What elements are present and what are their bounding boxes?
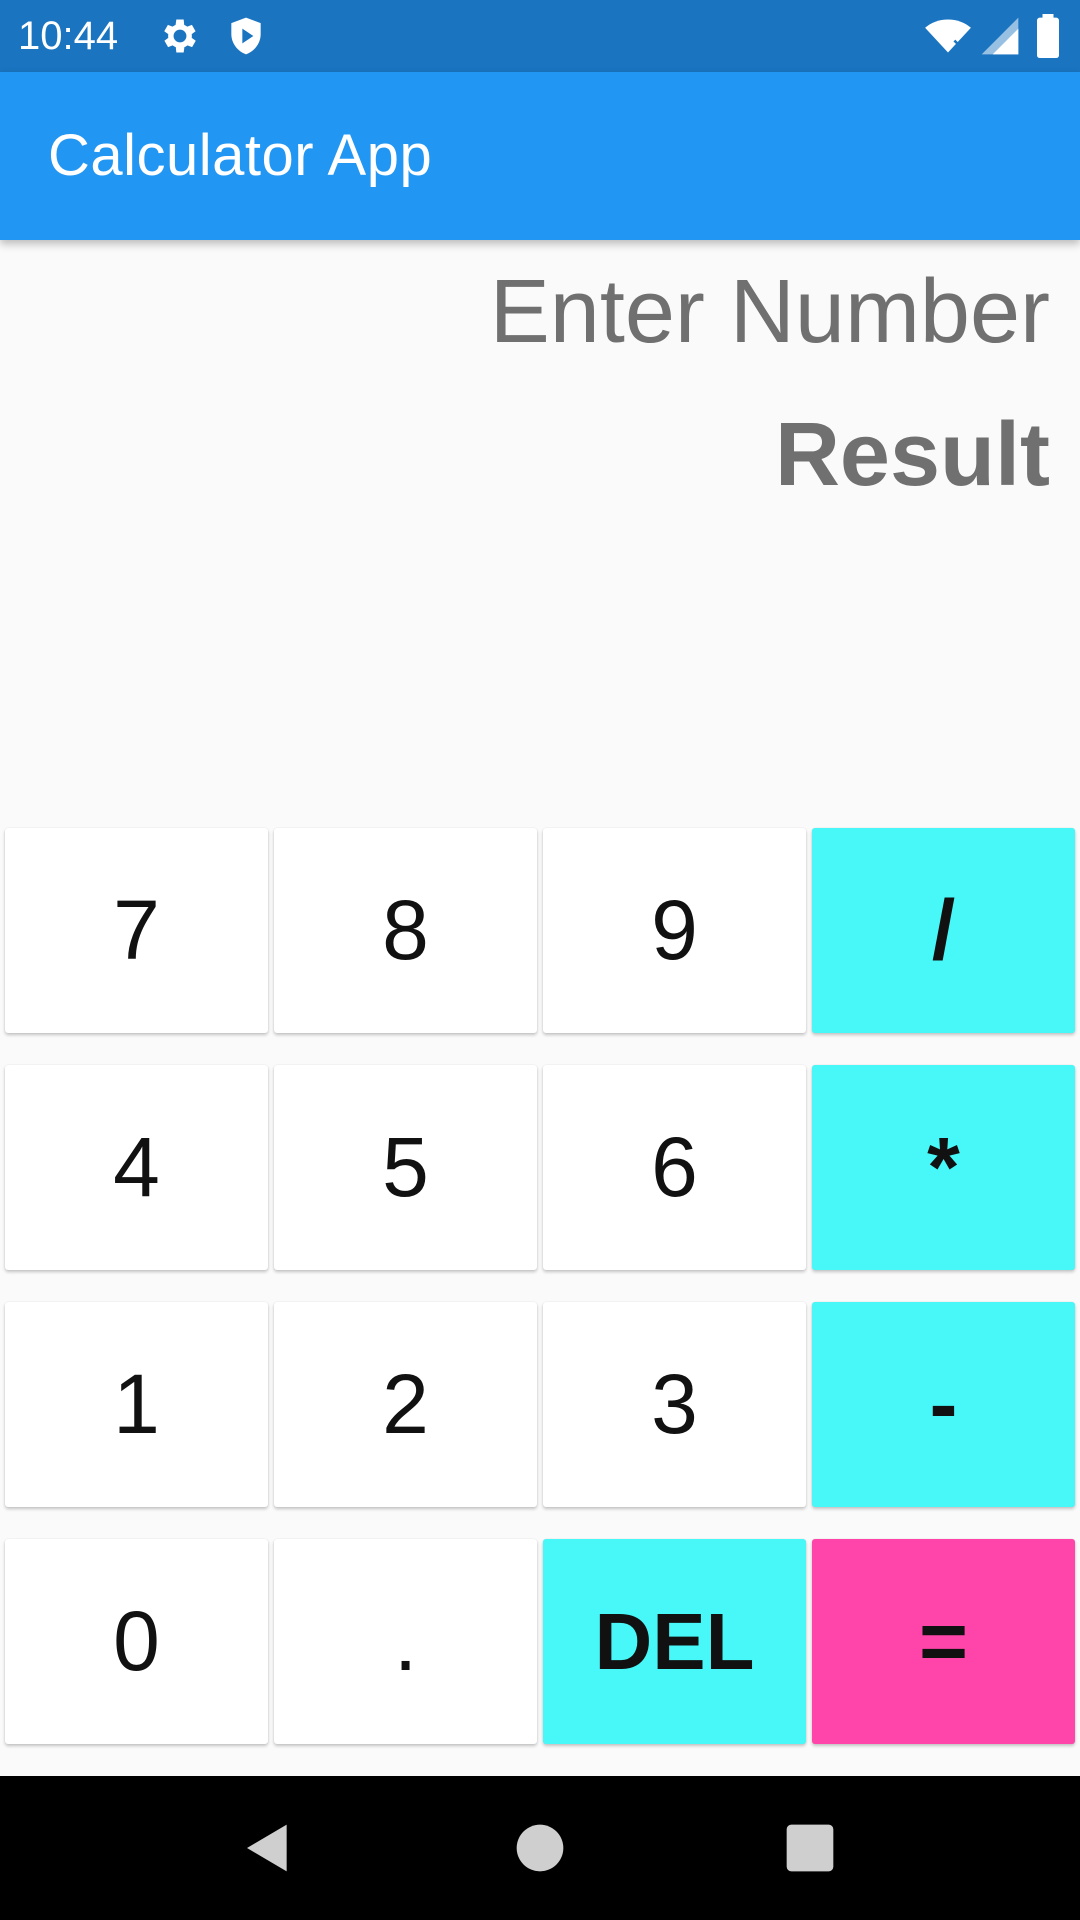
key-7[interactable]: 7	[5, 828, 268, 1033]
back-icon[interactable]	[240, 1820, 296, 1876]
key-1[interactable]: 1	[5, 1302, 268, 1507]
key-3[interactable]: 3	[543, 1302, 806, 1507]
key-4[interactable]: 4	[5, 1065, 268, 1270]
key-delete[interactable]: DEL	[543, 1539, 806, 1744]
home-icon[interactable]	[512, 1820, 568, 1876]
wifi-icon	[922, 14, 974, 58]
key-multiply[interactable]: *	[812, 1065, 1075, 1270]
key-equals[interactable]: =	[812, 1539, 1075, 1744]
app-title: Calculator App	[48, 123, 433, 188]
key-subtract[interactable]: -	[812, 1302, 1075, 1507]
key-5[interactable]: 5	[274, 1065, 537, 1270]
key-8[interactable]: 8	[274, 828, 537, 1033]
battery-icon	[1034, 14, 1062, 58]
key-2[interactable]: 2	[274, 1302, 537, 1507]
status-bar: 10:44	[0, 0, 1080, 72]
navigation-bar	[0, 1776, 1080, 1920]
shield-icon	[224, 14, 268, 58]
signal-icon	[978, 14, 1022, 58]
key-9[interactable]: 9	[543, 828, 806, 1033]
status-time: 10:44	[18, 14, 119, 58]
calculator-screen: 10:44 Calculator App Enter Number Result…	[0, 0, 1080, 1920]
gear-icon	[158, 14, 202, 58]
key-6[interactable]: 6	[543, 1065, 806, 1270]
input-display[interactable]: Enter Number	[490, 262, 1050, 362]
result-display: Result	[774, 405, 1050, 505]
key-divide[interactable]: /	[812, 828, 1075, 1033]
key-decimal[interactable]: .	[274, 1539, 537, 1744]
app-bar: Calculator App	[0, 72, 1080, 240]
keypad: 7 8 9 / 4 5 6 * 1 2 3 - 0 . DEL =	[0, 828, 1080, 1748]
recents-icon[interactable]	[782, 1820, 838, 1876]
key-0[interactable]: 0	[5, 1539, 268, 1744]
